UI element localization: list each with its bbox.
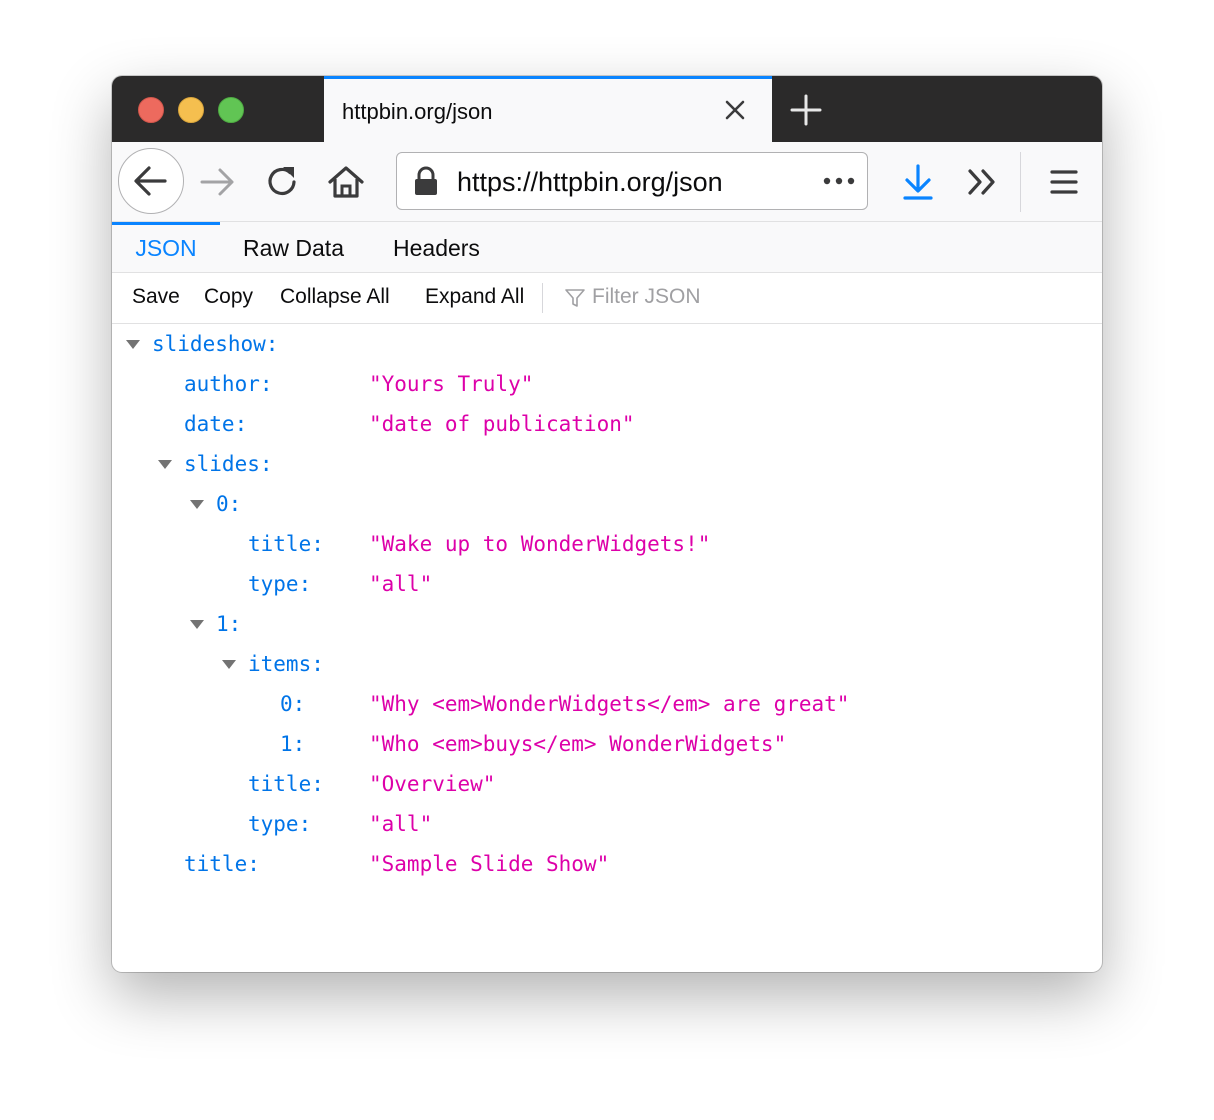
- json-key: 0:: [216, 492, 242, 516]
- filter-icon: [565, 289, 585, 307]
- expand-toggle-icon[interactable]: [158, 460, 172, 469]
- close-tab-icon[interactable]: [718, 93, 752, 127]
- tab-headers[interactable]: Headers: [393, 222, 480, 272]
- json-value: "all": [369, 572, 433, 596]
- save-button[interactable]: Save: [132, 285, 180, 309]
- copy-button[interactable]: Copy: [204, 285, 253, 309]
- url-bar[interactable]: https://httpbin.org/json: [396, 152, 868, 210]
- json-key: slides:: [184, 452, 273, 476]
- navigation-toolbar: https://httpbin.org/json: [112, 142, 1102, 222]
- json-key: items:: [248, 652, 324, 676]
- minimize-window-button[interactable]: [178, 97, 204, 123]
- overflow-chevron-icon[interactable]: [958, 158, 1006, 206]
- json-key: 1:: [280, 732, 306, 756]
- home-icon[interactable]: [322, 158, 370, 206]
- json-key: date:: [184, 412, 248, 436]
- filter-placeholder: Filter JSON: [592, 285, 701, 308]
- expand-toggle-icon[interactable]: [126, 340, 140, 349]
- json-key: type:: [248, 572, 312, 596]
- browser-window: httpbin.org/json https://httpbin.org/jso…: [112, 76, 1102, 972]
- new-tab-icon[interactable]: [786, 90, 826, 130]
- json-key: slideshow:: [152, 332, 279, 356]
- reload-icon[interactable]: [258, 158, 306, 206]
- hamburger-menu-icon[interactable]: [1040, 158, 1088, 206]
- json-toolbar: Save Copy Collapse All Expand All Filter…: [112, 273, 1102, 324]
- json-value: "Overview": [369, 772, 496, 796]
- tab-json[interactable]: JSON: [112, 222, 220, 272]
- json-key: type:: [248, 812, 312, 836]
- page-actions-icon[interactable]: [821, 173, 857, 189]
- zoom-window-button[interactable]: [218, 97, 244, 123]
- json-key: title:: [248, 532, 324, 556]
- json-key: title:: [248, 772, 324, 796]
- back-arrow-icon: [134, 166, 167, 196]
- json-value: "Why <em>WonderWidgets</em> are great": [369, 692, 850, 716]
- json-key: 0:: [280, 692, 306, 716]
- back-button[interactable]: [118, 148, 184, 214]
- json-value: "Wake up to WonderWidgets!": [369, 532, 711, 556]
- json-value: "Who <em>buys</em> WonderWidgets": [369, 732, 787, 756]
- json-value: "all": [369, 812, 433, 836]
- expand-toggle-icon[interactable]: [190, 500, 204, 509]
- tab-title: httpbin.org/json: [342, 99, 493, 124]
- download-icon[interactable]: [894, 158, 942, 206]
- url-text[interactable]: https://httpbin.org/json: [457, 167, 723, 198]
- json-key: author:: [184, 372, 273, 396]
- expand-toggle-icon[interactable]: [190, 620, 204, 629]
- tab-strip: httpbin.org/json: [112, 76, 1102, 142]
- json-value: "Sample Slide Show": [369, 852, 610, 876]
- tab-raw-data[interactable]: Raw Data: [243, 222, 344, 272]
- toolbar-separator: [1020, 152, 1021, 212]
- json-value: "date of publication": [369, 412, 635, 436]
- close-window-button[interactable]: [138, 97, 164, 123]
- collapse-all-button[interactable]: Collapse All: [280, 285, 390, 309]
- forward-arrow-icon[interactable]: [194, 158, 242, 206]
- json-viewer-tabs: JSON Raw Data Headers: [112, 222, 1102, 273]
- json-value: "Yours Truly": [369, 372, 534, 396]
- json-key: 1:: [216, 612, 242, 636]
- browser-tab[interactable]: httpbin.org/json: [324, 76, 772, 142]
- expand-all-button[interactable]: Expand All: [425, 285, 524, 309]
- lock-icon[interactable]: [411, 165, 441, 197]
- expand-toggle-icon[interactable]: [222, 660, 236, 669]
- toolbar-divider: [542, 283, 543, 313]
- json-key: title:: [184, 852, 260, 876]
